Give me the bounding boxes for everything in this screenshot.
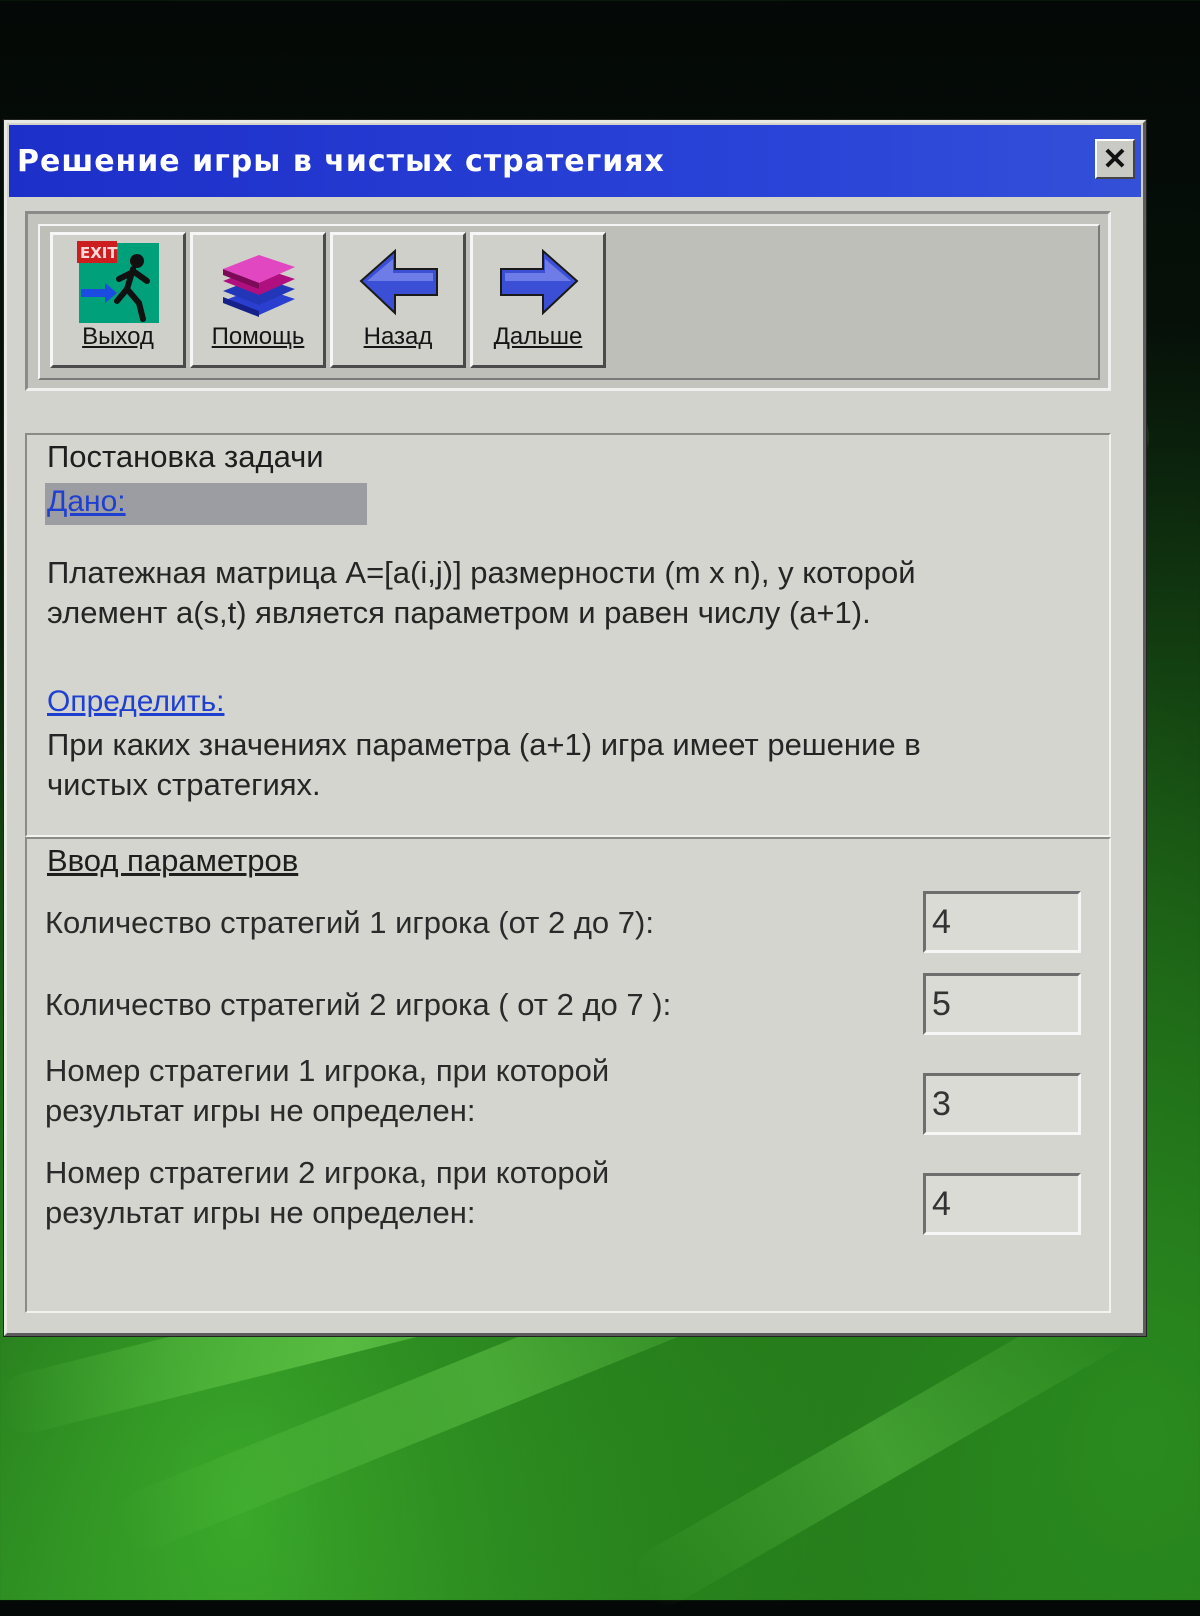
books-stack-icon [223,255,295,317]
problem-statement-group: Постановка задачи Дано: Платежная матриц… [25,433,1111,837]
next-label: Дальше [493,323,583,350]
back-label: Назад [363,323,433,350]
help-button[interactable]: Помощь [190,232,326,368]
exit-button[interactable]: EXIT Выход [50,232,186,368]
player2-strategy-number-label: Номер стратегии 2 игрока, при которой ре… [45,1155,610,1230]
app-window: Решение игры в чистых стратегиях ✕ EXIT … [4,120,1146,1336]
rows1-count-label: Количество стратегий 1 игрока (от 2 до 7… [45,905,654,940]
exit-label: Выход [82,323,154,350]
next-button[interactable]: Дальше [470,232,606,368]
player2-strategy-number-input[interactable] [923,1173,1081,1235]
player1-strategy-number-input[interactable] [923,1073,1081,1135]
given-label: Дано: [47,485,126,518]
exit-running-man-icon: EXIT [77,241,159,323]
problem-statement-title: Постановка задачи [41,439,330,475]
player1-strategies-input[interactable] [923,891,1081,953]
parameters-group: Ввод параметров Количество стратегий 1 и… [25,837,1111,1313]
parameters-title: Ввод параметров [41,843,305,879]
player2-strategies-input[interactable] [923,973,1081,1035]
title-bar[interactable]: Решение игры в чистых стратегиях ✕ [9,125,1141,197]
toolbar: EXIT Выход Помощь Назад Дальше [25,211,1111,391]
svg-text:EXIT: EXIT [80,244,118,262]
close-icon: ✕ [1102,142,1128,176]
arrow-left-icon [359,248,438,316]
close-button[interactable]: ✕ [1095,139,1135,179]
rows2-count-label: Количество стратегий 2 игрока ( от 2 до … [45,987,672,1022]
help-label: Помощь [211,323,305,350]
determine-label: Определить: [47,685,225,718]
given-text: Платежная матрица A=[a(i,j)] размерности… [47,555,916,630]
player1-strategy-number-label: Номер стратегии 1 игрока, при которой ре… [45,1053,610,1128]
window-title: Решение игры в чистых стратегиях [17,143,665,179]
determine-text: При каких значениях параметра (a+1) игра… [47,727,921,802]
arrow-right-icon [500,248,579,316]
back-button[interactable]: Назад [330,232,466,368]
